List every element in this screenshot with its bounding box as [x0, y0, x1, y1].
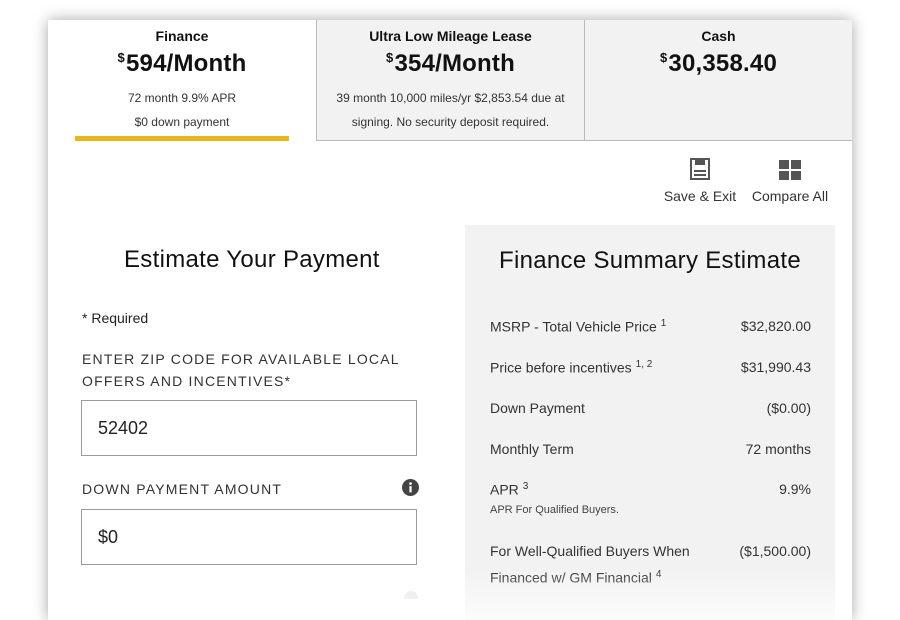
payment-estimator-card: Finance $594/Month 72 month 9.9% APR $0 … [48, 20, 852, 620]
row-label: MSRP - Total Vehicle Price 1 [490, 318, 667, 335]
compare-all-label: Compare All [751, 188, 829, 204]
desc-line: $0 down payment [134, 115, 230, 129]
next-field-icon-cutoff [404, 591, 418, 599]
info-icon[interactable] [402, 479, 419, 496]
tab-ultra-low-mileage-lease[interactable]: Ultra Low Mileage Lease $354/Month 39 mo… [316, 20, 584, 141]
row-value: $32,820.00 [740, 318, 811, 334]
tab-cash-name: Cash [701, 28, 736, 44]
row-sub-note: APR For Qualified Buyers. [490, 504, 619, 516]
tab-lease-desc: 39 month 10,000 miles/yr $2,853.54 due a… [317, 86, 584, 134]
down-payment-label: DOWN PAYMENT AMOUNT [82, 481, 283, 497]
row-value: $31,990.43 [740, 359, 811, 375]
tab-finance-price: $594/Month [48, 50, 316, 78]
tab-finance[interactable]: Finance $594/Month 72 month 9.9% APR $0 … [48, 20, 316, 141]
footnote: 1, 2 [635, 359, 653, 370]
zip-code-input[interactable] [81, 400, 417, 456]
row-value: 9.9% [779, 481, 811, 497]
desc-line: 39 month 10,000 miles/yr $2,853.54 due a… [336, 91, 565, 105]
row-value: 72 months [745, 441, 811, 457]
row-label: APR 3 [490, 481, 529, 498]
row-label: Price before incentives 1, 2 [490, 359, 653, 376]
save-exit-button[interactable]: Save & Exit [658, 158, 742, 204]
down-payment-input[interactable] [81, 509, 417, 565]
zip-code-label: ENTER ZIP CODE FOR AVAILABLE LOCAL OFFER… [82, 351, 400, 389]
row-label: Down Payment [490, 400, 585, 416]
tab-cash-price: $30,358.40 [585, 50, 852, 78]
row-label: For Well-Qualified Buyers When Financed … [490, 543, 690, 586]
currency-symbol: $ [117, 50, 125, 65]
summary-title: Finance Summary Estimate [499, 247, 801, 274]
save-exit-label: Save & Exit [663, 188, 737, 204]
desc-line: signing. No security deposit required. [351, 115, 550, 129]
tab-finance-desc: 72 month 9.9% APR $0 down payment [48, 86, 316, 134]
tab-cash[interactable]: Cash $30,358.40 [584, 20, 852, 141]
currency-symbol: $ [659, 50, 668, 65]
grid-icon [779, 160, 801, 180]
payment-type-tabs: Finance $594/Month 72 month 9.9% APR $0 … [48, 20, 852, 142]
row-label: Monthly Term [490, 441, 574, 457]
currency-symbol: $ [386, 50, 394, 65]
row-value: ($0.00) [766, 400, 811, 416]
price-value: 30,358.40 [668, 50, 777, 77]
footnote: 1 [660, 318, 667, 329]
tab-lease-price: $354/Month [317, 50, 584, 78]
compare-all-button[interactable]: Compare All [748, 160, 832, 204]
desc-line: 72 month 9.9% APR [127, 91, 237, 105]
price-value: 594/Month [125, 50, 247, 77]
floppy-disk-icon [690, 158, 710, 180]
finance-summary-panel: Finance Summary Estimate MSRP - Total Ve… [465, 225, 835, 620]
footnote: 3 [522, 481, 529, 492]
required-note: * Required [82, 310, 149, 326]
tab-lease-name: Ultra Low Mileage Lease [369, 28, 532, 44]
selected-tab-indicator [75, 136, 289, 141]
price-value: 354/Month [394, 50, 515, 77]
tab-finance-name: Finance [155, 28, 209, 44]
footnote: 4 [655, 569, 662, 580]
estimate-title: Estimate Your Payment [124, 246, 380, 273]
row-value: ($1,500.00) [739, 543, 811, 559]
